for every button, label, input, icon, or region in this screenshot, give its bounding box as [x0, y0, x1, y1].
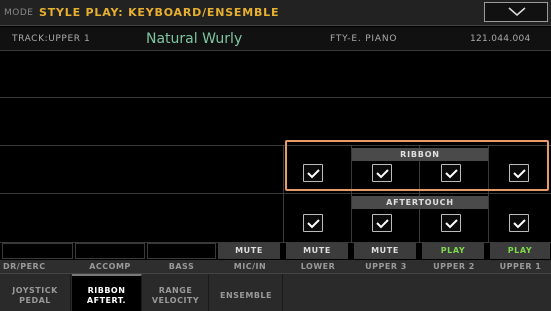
mic-in-mute-button[interactable]: MUTE — [218, 243, 280, 259]
bass-mute-slot[interactable] — [147, 243, 216, 259]
track-info-row[interactable]: TRACK:UPPER 1 Natural Wurly FTY-E. PIANO… — [0, 27, 551, 51]
track-label-upper1: UPPER 1 — [499, 262, 542, 271]
track-labels-row: DR/PERC ACCOMP BASS MIC/IN LOWER UPPER 3… — [0, 260, 551, 273]
header-bar: MODE STYLE PLAY: KEYBOARD/ENSEMBLE — [0, 0, 551, 26]
aftertouch-upper1-checkbox[interactable] — [509, 214, 529, 232]
sound-category: FTY-E. PIANO — [330, 34, 398, 44]
grid-line — [283, 145, 284, 242]
dr-perc-mute-slot[interactable] — [2, 243, 73, 259]
track-label-upper3: UPPER 3 — [365, 262, 407, 271]
track-label-bass: BASS — [168, 262, 195, 271]
chevron-down-icon — [508, 7, 526, 16]
track-label-mic-in: MIC/IN — [233, 262, 267, 271]
tab-label: VELOCITY — [151, 296, 200, 305]
sound-name[interactable]: Natural Wurly — [146, 31, 242, 47]
lower-mute-button[interactable]: MUTE — [286, 243, 348, 259]
upper2-play-button[interactable]: PLAY — [422, 243, 484, 259]
checkmark-icon — [445, 219, 458, 229]
aftertouch-upper2-checkbox[interactable] — [441, 214, 461, 232]
checkmark-icon — [513, 219, 526, 229]
tab-ribbon-aftert[interactable]: RIBBON AFTERT. — [72, 274, 142, 311]
tab-label: AFTERT. — [86, 296, 127, 305]
upper1-play-button[interactable]: PLAY — [490, 243, 550, 259]
tab-ensemble[interactable]: ENSEMBLE — [210, 274, 283, 311]
page-menu-button[interactable] — [484, 2, 548, 22]
tab-joystick-pedal[interactable]: JOYSTICK PEDAL — [0, 274, 71, 311]
aftertouch-lower-checkbox[interactable] — [303, 214, 323, 232]
track-label-dr-perc: DR/PERC — [3, 262, 46, 271]
grid-line — [0, 193, 551, 194]
tab-range-velocity[interactable]: RANGE VELOCITY — [143, 274, 209, 311]
tab-label: ENSEMBLE — [219, 291, 272, 300]
grid-line — [0, 97, 551, 98]
track-label: TRACK:UPPER 1 — [12, 34, 91, 44]
tab-label: JOYSTICK — [12, 286, 58, 295]
sound-number: 121.044.004 — [470, 34, 531, 44]
accomp-mute-slot[interactable] — [75, 243, 145, 259]
tab-label: PEDAL — [19, 296, 51, 305]
checkmark-icon — [307, 219, 320, 229]
mode-title: STYLE PLAY: KEYBOARD/ENSEMBLE — [39, 6, 280, 19]
track-label-accomp: ACCOMP — [89, 262, 131, 271]
track-label-lower: LOWER — [300, 262, 336, 271]
bottom-tab-bar: JOYSTICK PEDAL RIBBON AFTERT. RANGE VELO… — [0, 273, 551, 311]
aftertouch-upper3-checkbox[interactable] — [372, 214, 392, 232]
track-label-upper2: UPPER 2 — [433, 262, 475, 271]
aftertouch-group-header: AFTERTOUCH — [352, 196, 488, 209]
checkmark-icon — [376, 219, 389, 229]
upper3-mute-button[interactable]: MUTE — [354, 243, 416, 259]
mode-label: MODE — [4, 8, 34, 18]
ribbon-highlight-frame — [285, 140, 549, 191]
tab-label: RIBBON — [87, 286, 126, 295]
tab-label: RANGE — [158, 286, 193, 295]
